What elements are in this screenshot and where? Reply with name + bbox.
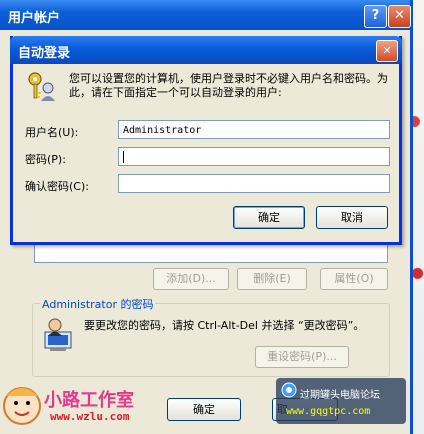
password-field[interactable] — [118, 147, 390, 166]
close-button[interactable]: ✕ — [388, 5, 411, 28]
remove-button[interactable]: 删除(E) — [237, 268, 307, 290]
auto-logon-dialog: 自动登录 ✕ 您可以设置您的计算机，使用户登录时不必键入用户名和密码。为此，请在… — [10, 36, 402, 245]
dialog-close-button[interactable]: ✕ — [376, 40, 398, 62]
password-label: 密码(P): — [25, 153, 66, 166]
properties-button[interactable]: 属性(O) — [320, 268, 388, 290]
username-field[interactable]: Administrator — [118, 120, 390, 139]
confirm-password-label: 确认密码(C): — [25, 180, 89, 193]
password-instructions: 要更改您的密码，请按 Ctrl-Alt-Del 并选择 “更改密码”。 — [84, 319, 365, 332]
confirm-password-field[interactable] — [118, 174, 390, 193]
user-accounts-title: 用户帐户 — [8, 11, 61, 26]
reset-password-button[interactable]: 重设密码(P)... — [255, 346, 349, 368]
user-computer-icon — [44, 318, 72, 351]
username-label: 用户名(U): — [25, 126, 79, 139]
watermark-brand-left: 小路工作室 — [44, 390, 134, 411]
back-ok-button[interactable]: 确定 — [167, 398, 241, 421]
dialog-cancel-button[interactable]: 取消 — [316, 206, 388, 229]
text-caret — [123, 151, 124, 163]
watermark-brand-right: 过期罐头电脑论坛 — [300, 390, 380, 401]
watermark-url-right: www.gqgtpc.com — [286, 406, 371, 417]
password-group-title: Administrator 的密码 — [40, 296, 156, 312]
watermark-url-left: www.wzlu.com — [50, 410, 130, 423]
auto-logon-titlebar[interactable]: 自动登录 ✕ — [10, 36, 402, 64]
auto-logon-title: 自动登录 — [18, 46, 71, 61]
user-accounts-titlebar[interactable]: 用户帐户 ? ✕ — [0, 0, 411, 30]
key-user-icon — [28, 72, 55, 101]
help-button[interactable]: ? — [364, 5, 387, 28]
dialog-description: 您可以设置您的计算机，使用户登录时不必键入用户名和密码。为此，请在下面指定一个可… — [69, 72, 388, 99]
forum-logo-icon — [281, 382, 297, 398]
add-button[interactable]: 添加(D)... — [153, 268, 229, 290]
dialog-ok-button[interactable]: 确定 — [233, 206, 305, 229]
